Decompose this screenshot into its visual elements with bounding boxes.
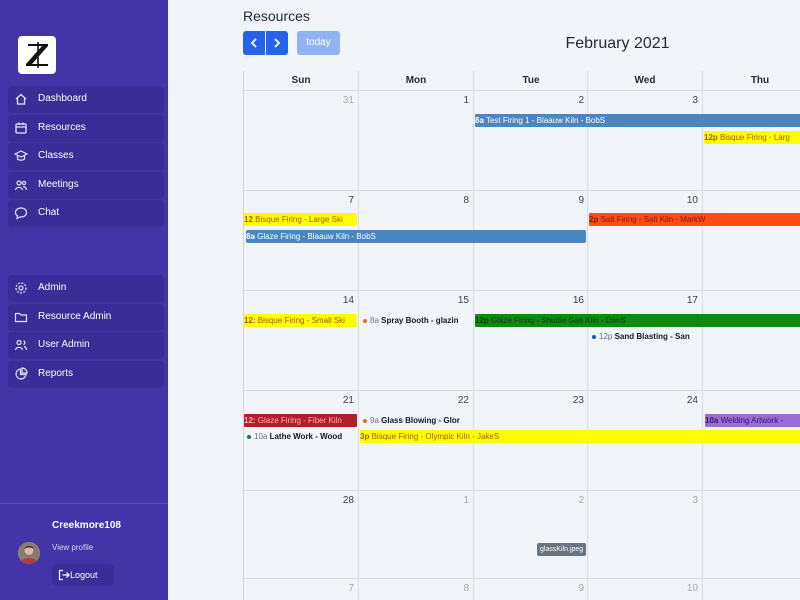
sidebar-item-resource-admin[interactable]: Resource Admin <box>8 304 164 330</box>
dow-header: Sun <box>291 75 311 86</box>
day-number[interactable]: 3 <box>588 95 698 106</box>
day-number[interactable]: 28 <box>244 495 354 506</box>
user-group-icon <box>14 339 28 351</box>
day-number[interactable]: 22 <box>359 395 469 406</box>
calendar-event[interactable]: 12: Bisque Firing - Small Ski <box>244 314 357 327</box>
day-number[interactable]: 17 <box>588 295 698 306</box>
sidebar-item-label: Classes <box>38 150 74 161</box>
sidebar-item-meetings[interactable]: Meetings <box>8 172 164 198</box>
calendar-event[interactable]: 10a Lathe Work - Wood <box>245 430 357 443</box>
gear-icon <box>15 282 27 294</box>
day-number[interactable]: 10 <box>588 583 698 594</box>
home-icon <box>15 93 27 105</box>
day-number[interactable]: 7 <box>244 583 354 594</box>
chevron-right-icon <box>274 38 281 48</box>
calendar-event[interactable]: 12 Bisque Firing - Large Ski <box>244 213 357 226</box>
calendar-icon <box>15 122 27 134</box>
today-button[interactable]: today <box>297 31 340 55</box>
month-title: February 2021 <box>565 35 670 52</box>
calendar-event[interactable]: 8a Spray Booth - glazin <box>361 314 471 327</box>
next-month-button[interactable] <box>266 31 288 55</box>
day-number[interactable]: 16 <box>474 295 584 306</box>
sidebar-item-user-admin[interactable]: User Admin <box>8 332 164 358</box>
day-number[interactable]: 23 <box>474 395 584 406</box>
day-number[interactable]: 9 <box>474 195 584 206</box>
sidebar-item-label: Chat <box>38 207 60 218</box>
app-logo[interactable] <box>18 36 56 74</box>
day-number[interactable]: 15 <box>359 295 469 306</box>
view-profile-link[interactable]: View profile <box>52 543 93 552</box>
day-number[interactable]: 24 <box>588 395 698 406</box>
day-number[interactable]: 2 <box>474 495 584 506</box>
sidebar-item-resources[interactable]: Resources <box>8 115 164 141</box>
pie-chart-icon <box>15 367 28 380</box>
dow-header: Tue <box>522 75 540 86</box>
dow-header: Mon <box>405 75 427 86</box>
logout-icon <box>58 569 70 581</box>
chevron-left-icon <box>250 38 257 48</box>
sidebar-item-label: Resources <box>38 122 86 133</box>
calendar-event[interactable]: 3p Bisque Firing - Olympic Kiln - JakeS <box>360 430 800 443</box>
day-number[interactable]: 21 <box>244 395 354 406</box>
calendar-event[interactable]: 8a Test Firing 1 - Blaauw Kiln - BobS <box>475 114 800 127</box>
calendar-event[interactable]: 12: Glaze Firing - Fiber Kiln <box>244 414 357 427</box>
calendar-event[interactable]: 10a Welding Artwork - <box>705 414 800 427</box>
day-number[interactable]: 14 <box>244 295 354 306</box>
sidebar-item-admin[interactable]: Admin <box>8 275 164 301</box>
day-number[interactable]: 8 <box>359 583 469 594</box>
dow-header: Wed <box>634 75 656 86</box>
sidebar-item-classes[interactable]: Classes <box>8 143 164 169</box>
sidebar-item-reports[interactable]: Reports <box>8 361 164 387</box>
sidebar-item-label: Admin <box>38 282 67 293</box>
users-icon <box>14 180 28 191</box>
sidebar-divider <box>0 503 168 504</box>
calendar-event[interactable]: 12p Glaze Firing - Shuttle Gas Kiln - Do… <box>475 314 800 327</box>
chat-bubble-icon <box>14 207 28 220</box>
folder-icon <box>14 312 28 323</box>
calendar-event[interactable]: 2p Salt Firing - Salt Kiln - MarkW <box>589 213 800 226</box>
prev-month-button[interactable] <box>243 31 265 55</box>
drag-file-tooltip: glassKiln.jpeg <box>537 543 587 556</box>
sidebar-item-label: Meetings <box>38 179 79 190</box>
username: Creekmore108 <box>52 520 121 531</box>
calendar-event[interactable]: 9a Glass Blowing - Glor <box>361 414 471 427</box>
logout-button[interactable]: Logout <box>52 564 114 586</box>
day-number[interactable]: 9 <box>474 583 584 594</box>
sidebar-item-dashboard[interactable]: Dashboard <box>8 86 164 112</box>
day-number[interactable]: 2 <box>474 95 584 106</box>
calendar-event[interactable]: 12p Sand Blasting - San <box>590 330 700 343</box>
sidebar-item-chat[interactable]: Chat <box>8 200 164 226</box>
day-number[interactable]: 1 <box>359 95 469 106</box>
graduation-cap-icon <box>14 150 28 161</box>
day-number[interactable]: 10 <box>588 195 698 206</box>
calendar-grid: Sun Mon Tue Wed Thu 31 1 2 3 7 8 9 10 14… <box>243 71 800 600</box>
logout-label: Logout <box>70 570 98 580</box>
sidebar-item-label: User Admin <box>38 339 90 350</box>
calendar-event[interactable]: 12p Bisque Firing - Larg <box>704 131 800 144</box>
day-number[interactable]: 7 <box>244 195 354 206</box>
calendar-event[interactable]: 8a Glaze Firing - Blaauw Kiln - BobS <box>246 230 586 243</box>
day-number[interactable]: 1 <box>359 495 469 506</box>
sidebar-item-label: Reports <box>38 368 74 379</box>
avatar[interactable] <box>18 542 40 564</box>
day-number[interactable]: 31 <box>244 95 354 106</box>
day-number[interactable]: 3 <box>588 495 698 506</box>
page-title: Resources <box>243 8 310 24</box>
sidebar-item-label: Dashboard <box>38 93 87 104</box>
sidebar-item-label: Resource Admin <box>38 311 112 322</box>
dow-header: Thu <box>750 75 770 86</box>
sidebar: Dashboard Resources Classes Meetings Cha… <box>0 0 168 600</box>
day-number[interactable]: 8 <box>359 195 469 206</box>
